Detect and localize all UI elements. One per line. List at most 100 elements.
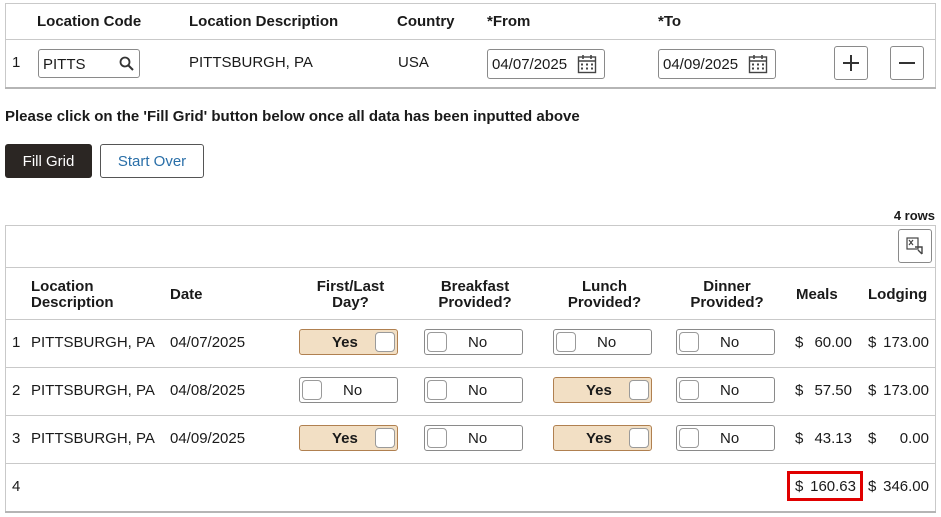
date-cell: 04/07/2025 — [170, 334, 246, 351]
lodging-currency: $ — [868, 334, 877, 351]
location-cell: PITTSBURGH, PA — [31, 334, 155, 351]
search-icon[interactable] — [119, 56, 134, 75]
toolbar-divider — [5, 267, 936, 268]
meals-currency: $ — [795, 334, 804, 351]
header-location-code[interactable]: Location Code — [37, 14, 141, 30]
lodging-amount: 173.00 — [883, 334, 929, 351]
toggle-label: Yes — [332, 334, 358, 351]
meals-amount: 57.50 — [814, 382, 852, 399]
minus-icon — [899, 62, 915, 64]
toggle-label: No — [468, 382, 488, 399]
header-breakfast-provided[interactable]: Breakfast Provided? — [425, 279, 525, 311]
calendar-icon[interactable] — [748, 54, 768, 78]
from-date-field[interactable]: 04/07/2025 — [487, 49, 605, 79]
header-country[interactable]: Country — [397, 14, 455, 30]
meals-currency: $ — [795, 430, 804, 447]
checkbox[interactable] — [375, 428, 395, 448]
fill-grid-button[interactable]: Fill Grid — [5, 144, 92, 178]
grid-right-border — [935, 225, 936, 512]
header-lodging[interactable]: Lodging — [868, 287, 927, 303]
header-date[interactable]: Date — [170, 287, 203, 303]
meals-total-currency: $ — [795, 478, 804, 495]
grid-header-divider — [5, 39, 936, 40]
instruction-text: Please click on the 'Fill Grid' button b… — [5, 108, 580, 125]
checkbox[interactable] — [679, 332, 699, 352]
lodging-amount: 0.00 — [899, 430, 929, 447]
row-number: 2 — [12, 382, 21, 399]
lunch-toggle[interactable]: Yes — [553, 425, 652, 451]
header-location-description[interactable]: Location Description — [31, 279, 141, 311]
toggle-label: Yes — [332, 430, 358, 447]
header-divider — [5, 319, 936, 320]
location-code-value: PITTS — [43, 56, 86, 73]
toggle-label: Yes — [586, 430, 612, 447]
grid-top-border — [5, 3, 936, 4]
grid-left-border — [5, 225, 6, 512]
breakfast-toggle[interactable]: No — [424, 425, 523, 451]
header-from[interactable]: *From — [487, 14, 530, 30]
first-last-day-toggle[interactable]: No — [299, 377, 398, 403]
row-number: 1 — [12, 334, 21, 351]
grid-bottom-border — [5, 511, 936, 513]
checkbox[interactable] — [629, 428, 649, 448]
checkbox[interactable] — [679, 428, 699, 448]
delete-row-button[interactable] — [890, 46, 924, 80]
row-count: 4 rows — [893, 208, 935, 223]
checkbox[interactable] — [679, 380, 699, 400]
to-date-field[interactable]: 04/09/2025 — [658, 49, 776, 79]
calendar-icon[interactable] — [577, 54, 597, 78]
date-cell: 04/09/2025 — [170, 430, 246, 447]
dinner-toggle[interactable]: No — [676, 377, 775, 403]
checkbox[interactable] — [302, 380, 322, 400]
header-to[interactable]: *To — [658, 14, 681, 30]
breakfast-toggle[interactable]: No — [424, 377, 523, 403]
plus-icon — [843, 55, 859, 71]
row-number: 1 — [12, 54, 21, 71]
first-last-day-toggle[interactable]: Yes — [299, 425, 398, 451]
meals-total-amount: 160.63 — [810, 478, 856, 495]
dinner-toggle[interactable]: No — [676, 425, 775, 451]
grid-top-border — [5, 225, 936, 226]
header-first-last-day[interactable]: First/Last Day? — [300, 279, 401, 311]
header-location-description[interactable]: Location Description — [189, 14, 338, 30]
checkbox[interactable] — [427, 380, 447, 400]
grid-bottom-border — [5, 87, 936, 89]
checkbox[interactable] — [375, 332, 395, 352]
header-dinner-provided[interactable]: Dinner Provided? — [676, 279, 778, 311]
location-cell: PITTSBURGH, PA — [31, 382, 155, 399]
export-icon — [906, 237, 923, 255]
from-date-value: 04/07/2025 — [492, 56, 568, 73]
checkbox[interactable] — [556, 332, 576, 352]
export-button[interactable] — [898, 229, 932, 263]
location-code-field[interactable]: PITTS — [38, 49, 140, 78]
breakfast-toggle[interactable]: No — [424, 329, 523, 355]
row-number: 3 — [12, 430, 21, 447]
toggle-label: No — [597, 334, 617, 351]
lodging-total-amount: 346.00 — [883, 478, 929, 495]
checkbox[interactable] — [427, 332, 447, 352]
lodging-currency: $ — [868, 430, 877, 447]
date-cell: 04/08/2025 — [170, 382, 246, 399]
lodging-currency: $ — [868, 382, 877, 399]
header-meals[interactable]: Meals — [796, 287, 838, 303]
toggle-label: No — [468, 430, 488, 447]
header-lunch-provided[interactable]: Lunch Provided? — [554, 279, 655, 311]
meals-currency: $ — [795, 382, 804, 399]
add-row-button[interactable] — [834, 46, 868, 80]
toggle-label: No — [720, 334, 740, 351]
start-over-button[interactable]: Start Over — [100, 144, 204, 178]
row-number: 4 — [12, 478, 21, 495]
row-divider — [5, 415, 936, 416]
lunch-toggle[interactable]: No — [553, 329, 652, 355]
checkbox[interactable] — [427, 428, 447, 448]
checkbox[interactable] — [629, 380, 649, 400]
dinner-toggle[interactable]: No — [676, 329, 775, 355]
location-cell: PITTSBURGH, PA — [31, 430, 155, 447]
grid-right-border — [935, 3, 936, 88]
lodging-amount: 173.00 — [883, 382, 929, 399]
lunch-toggle[interactable]: Yes — [553, 377, 652, 403]
first-last-day-toggle[interactable]: Yes — [299, 329, 398, 355]
lodging-total-currency: $ — [868, 478, 877, 495]
to-date-value: 04/09/2025 — [663, 56, 739, 73]
grid-left-border — [5, 3, 6, 88]
